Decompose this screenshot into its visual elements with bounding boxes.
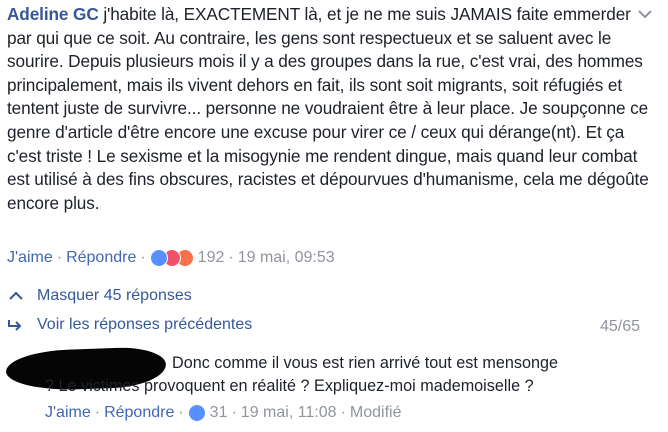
chevron-up-icon [9,291,23,301]
separator-dot: · [231,404,237,421]
reply-reaction-count[interactable]: 31 [210,404,228,422]
like-reaction-icon [187,404,206,422]
reaction-count[interactable]: 192 [198,249,225,267]
reply-reply-button[interactable]: Répondre [104,404,174,422]
separator-dot: · [94,404,101,421]
previous-replies-link[interactable]: Voir les réponses précédentes [7,316,252,334]
reply-text-line2: ? Le victimes provoquent en réalité ? Ex… [45,377,534,395]
separator-dot: · [228,249,234,266]
reply-like-button[interactable]: J'aime [45,404,91,422]
separator-dot: · [178,404,184,421]
comment-body: Adeline GC j'habite là, EXACTEMENT là, e… [7,3,652,215]
comment-text: j'habite là, EXACTEMENT là, et je ne me … [7,4,649,213]
previous-replies-label[interactable]: Voir les réponses précédentes [37,316,252,334]
like-reaction-icon [149,249,168,267]
separator-dot: · [56,249,63,266]
comment-timestamp[interactable]: 19 mai, 09:53 [238,249,335,267]
comment-actions: J'aime · Répondre · 192 · 19 mai, 09:53 [7,249,335,267]
separator-dot: · [140,249,146,266]
reply-actions: J'aime · Répondre · 31 · 19 mai, 11:08 ·… [45,404,401,422]
edited-label[interactable]: Modifié [350,404,402,422]
replies-pager: 45/65 [599,318,640,335]
chevron-down-icon[interactable] [638,8,652,20]
reply-text-line1: Donc comme il vous est rien arrivé tout … [172,354,558,372]
hide-replies-link[interactable]: Masquer 45 réponses [7,287,192,305]
reply-reaction-icons[interactable] [187,404,206,422]
hide-replies-label[interactable]: Masquer 45 réponses [37,287,192,305]
separator-dot: · [340,404,346,421]
comment-author[interactable]: Adeline GC [7,4,99,24]
reply-timestamp[interactable]: 19 mai, 11:08 [241,404,337,422]
reaction-icons[interactable] [149,249,194,267]
reply-button[interactable]: Répondre [66,249,136,267]
reply-arrow-icon [7,319,23,331]
like-button[interactable]: J'aime [7,249,53,267]
